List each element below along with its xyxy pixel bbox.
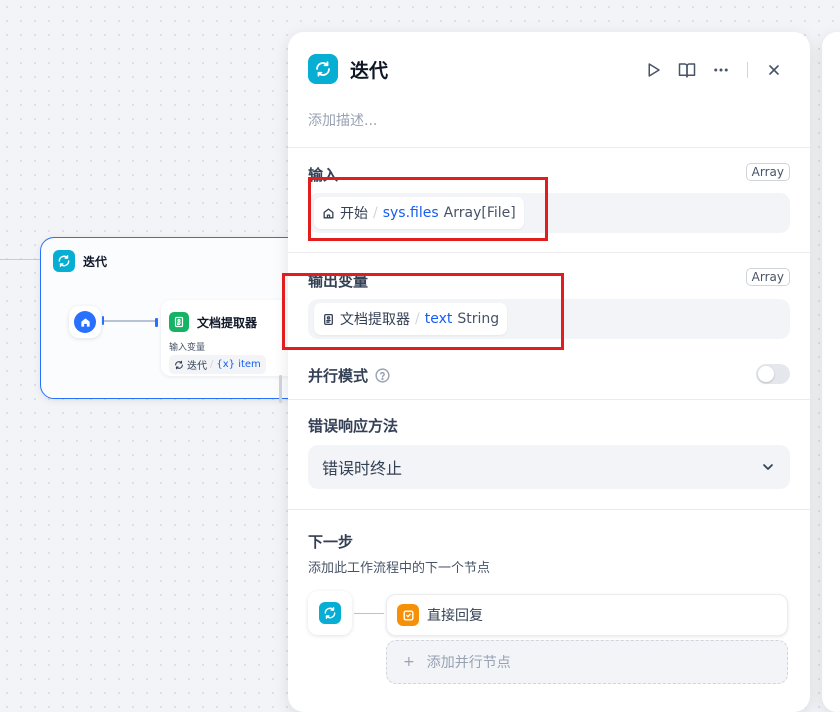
next-node-direct-reply[interactable]: 直接回复 [386,594,788,636]
reply-icon [397,604,419,626]
divider [288,399,810,400]
more-icon [714,68,728,72]
close-icon [769,65,779,75]
output-type-badge: Array [745,268,790,286]
panel-title[interactable]: 迭代 [350,56,388,83]
iteration-start-node[interactable] [69,306,101,338]
close-button[interactable] [762,58,786,82]
play-icon [648,63,660,77]
next-node-label: 直接回复 [427,608,483,624]
parallel-mode-row: 并行模式 [308,365,391,386]
run-button[interactable] [641,58,665,82]
variable-name: {x} item [216,359,261,370]
node-settings-panel: 迭代 添加描述... 输入 Array 开始 / sys.files Array… [288,32,810,712]
next-step-source-node [308,591,352,635]
output-variable-chip[interactable]: 文档提取器 / text String [314,303,508,335]
output-variable-field[interactable]: 文档提取器 / text String [308,299,790,339]
iteration-node-header: 迭代 [53,250,107,272]
variable-type: String [457,311,500,327]
iteration-icon [308,54,338,84]
panel-header: 迭代 [308,54,388,84]
parallel-mode-toggle[interactable] [756,364,790,384]
output-variable-label: 输出变量 [308,272,369,290]
variable-source: 开始 [340,206,368,222]
iteration-icon [175,360,183,369]
home-icon [323,208,334,218]
divider [288,509,810,510]
error-handling-value: 错误时终止 [322,459,403,478]
input-variable-chip[interactable]: 开始 / sys.files Array[File] [314,197,524,229]
iteration-icon [53,250,75,272]
document-icon [169,312,189,332]
help-icon[interactable] [374,367,391,384]
document-icon [324,313,333,325]
description-input[interactable]: 添加描述... [308,110,377,130]
panel-actions [641,58,786,82]
chevron-down-icon [763,464,773,470]
doc-extractor-title: 文档提取器 [197,315,258,330]
book-icon [678,63,696,78]
error-handling-label: 错误响应方法 [308,417,399,435]
resize-handle[interactable] [279,375,282,403]
adjacent-panel-edge [822,32,840,712]
iteration-icon [319,602,341,624]
divider [288,252,810,253]
variable-type: Array[File] [443,205,516,221]
add-parallel-label: 添加并行节点 [426,655,511,671]
more-button[interactable] [709,58,733,82]
input-variable-field[interactable]: 开始 / sys.files Array[File] [308,193,790,233]
input-type-badge: Array [745,163,790,181]
input-variable-chip: 迭代 / {x} item [169,355,266,374]
divider [288,147,810,148]
input-label: 输入 [308,166,339,184]
doc-extractor-node[interactable]: 文档提取器 输入变量 迭代 / {x} item [161,300,301,376]
parallel-mode-label: 并行模式 [308,367,369,385]
iteration-node-title: 迭代 [83,254,108,269]
input-variable-label: 输入变量 [169,343,206,353]
edge-handle[interactable] [155,318,158,327]
variable-separator: / [415,311,420,327]
home-icon [74,311,96,333]
inner-edge [103,320,158,322]
docs-button[interactable] [675,58,699,82]
edge-handle[interactable] [102,316,104,325]
variable-name: sys.files [382,205,439,221]
error-handling-select[interactable]: 错误时终止 [308,445,790,489]
variable-separator: / [210,359,214,370]
next-step-description: 添加此工作流程中的下一个节点 [308,561,491,576]
add-parallel-node-button[interactable]: + 添加并行节点 [386,640,788,684]
next-step-title: 下一步 [308,533,354,551]
toggle-knob [758,366,774,382]
canvas-edge [0,259,40,260]
variable-name: text [424,311,453,327]
next-step-edge [354,613,384,614]
plus-icon: + [403,654,415,670]
variable-source: 迭代 [187,361,207,372]
variable-separator: / [373,205,378,221]
doc-extractor-header: 文档提取器 [169,312,257,332]
variable-source: 文档提取器 [340,312,410,328]
actions-divider [747,62,748,78]
